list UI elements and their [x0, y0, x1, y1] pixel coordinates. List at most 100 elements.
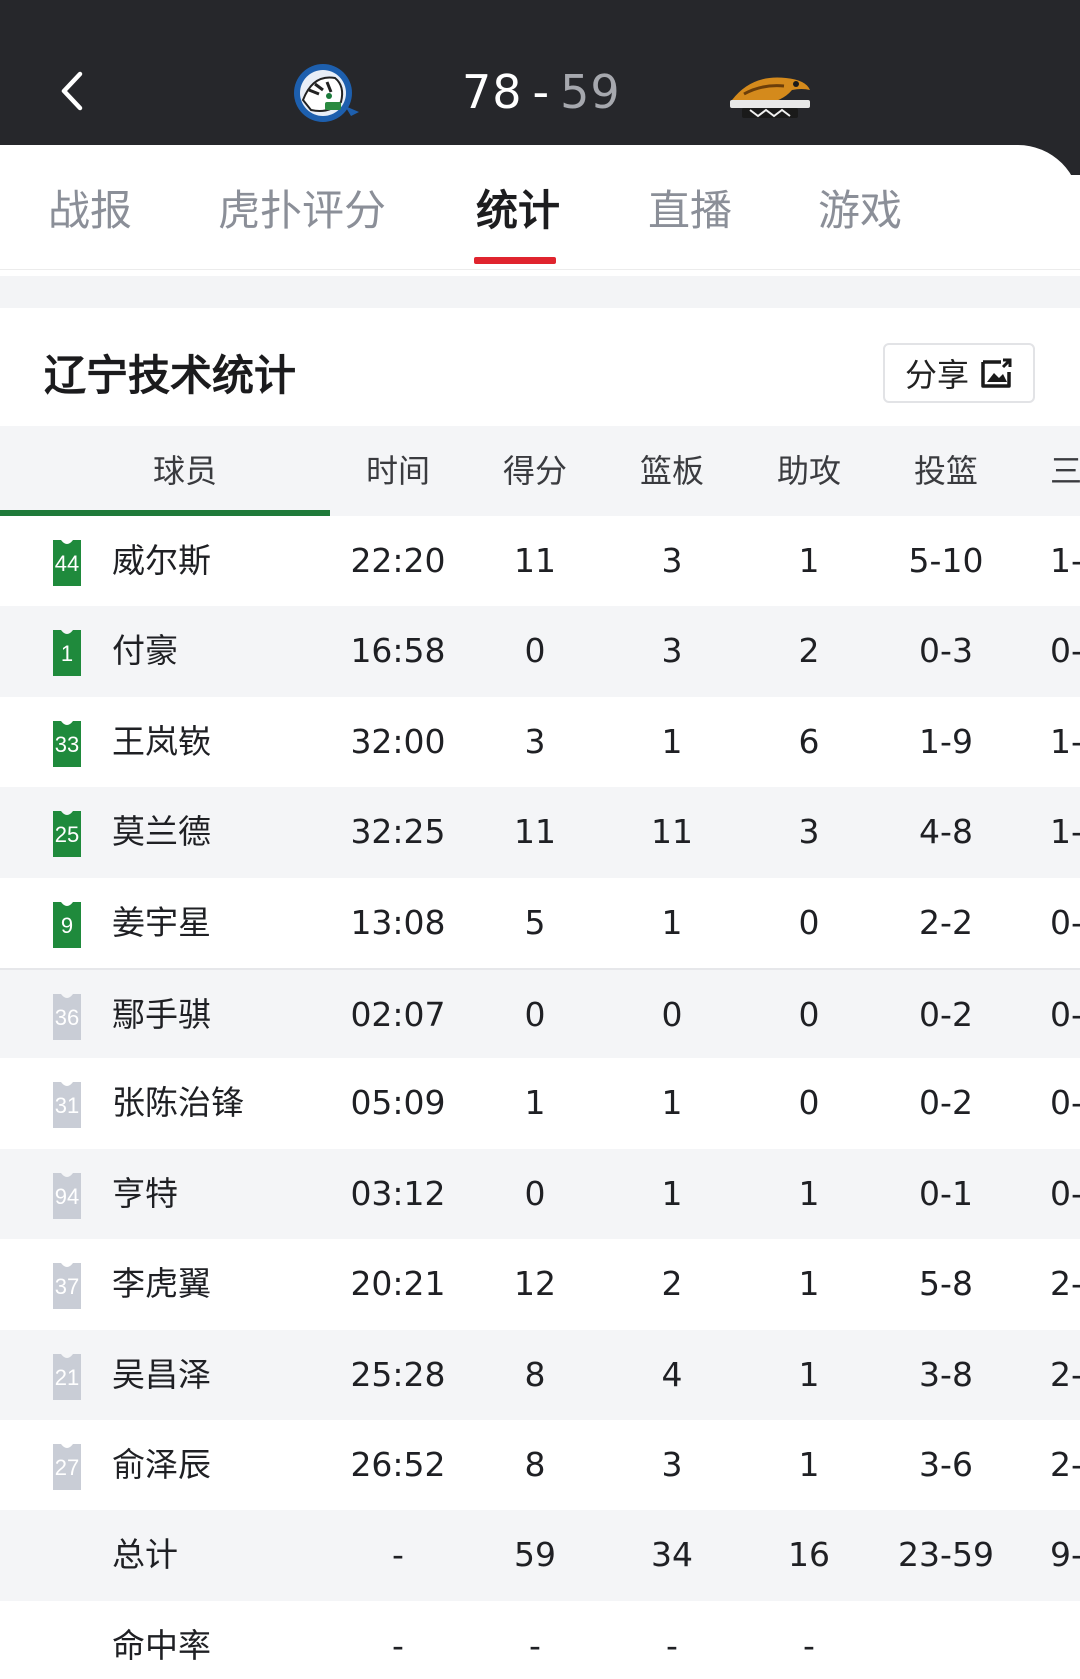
header-field-goals[interactable]: 投篮 — [876, 426, 1016, 516]
tab-live[interactable]: 直播 — [648, 183, 732, 239]
jersey-icon: 44 — [47, 540, 87, 586]
table-row[interactable]: 33 王岚嵚 32:00 3 1 6 1-9 1- — [0, 697, 1080, 787]
home-team-logo[interactable] — [285, 60, 365, 126]
cell-points: 0 — [524, 631, 546, 671]
table-row[interactable]: 25 莫兰德 32:25 11 11 3 4-8 1- — [0, 787, 1080, 878]
cell-field-goals: 4-8 — [919, 812, 973, 852]
cell-points: 3 — [524, 721, 546, 761]
player-name[interactable]: 鄢手骐 — [112, 970, 322, 1060]
cell-time: 03:12 — [350, 1173, 446, 1213]
cell-time: 25:28 — [350, 1354, 446, 1394]
header-player[interactable]: 球员 — [80, 426, 290, 516]
cell-rebounds: 3 — [661, 1444, 683, 1484]
cell-assists: 3 — [798, 812, 820, 852]
tab-games[interactable]: 游戏 — [818, 183, 902, 239]
header-rebounds[interactable]: 篮板 — [612, 426, 732, 516]
cell-assists: 6 — [798, 721, 820, 761]
jersey-number: 37 — [54, 1274, 80, 1300]
away-score: 59 — [560, 65, 621, 119]
player-name[interactable]: 李虎翼 — [112, 1239, 322, 1329]
table-row[interactable]: 31 张陈治锋 05:09 1 1 0 0-2 0- — [0, 1058, 1080, 1148]
jersey-icon: 9 — [47, 901, 87, 948]
cell-assists: 1 — [798, 1264, 820, 1304]
cell-points: 5 — [524, 902, 546, 942]
player-name[interactable]: 付豪 — [112, 606, 322, 696]
header-time[interactable]: 时间 — [338, 426, 458, 516]
cell-assists: 2 — [798, 631, 820, 671]
cell-rebounds: 3 — [661, 631, 683, 671]
cell-points: - — [529, 1625, 541, 1665]
cell-points: 0 — [524, 1173, 546, 1213]
cell-assists: 0 — [798, 994, 820, 1034]
table-row[interactable]: 37 李虎翼 20:21 12 2 1 5-8 2- — [0, 1239, 1080, 1329]
cell-three-pointers: 0- — [1050, 631, 1080, 671]
share-label: 分享 — [904, 356, 969, 394]
jersey-icon: 94 — [47, 1172, 87, 1219]
cell-assists: 1 — [798, 541, 820, 580]
summary-label: 总计 — [112, 1535, 178, 1575]
cell-assists: 0 — [798, 1083, 820, 1123]
jersey-icon: 1 — [47, 630, 87, 677]
jersey-icon: 27 — [47, 1443, 87, 1490]
player-name[interactable]: 姜宇星 — [112, 878, 322, 968]
score-display: 78-59 — [462, 62, 621, 122]
cell-time: 32:25 — [350, 812, 446, 852]
table-row[interactable]: 27 俞泽辰 26:52 8 3 1 3-6 2- — [0, 1420, 1080, 1510]
table-row[interactable]: 44 威尔斯 22:20 11 3 1 5-10 1- — [0, 516, 1080, 606]
jersey-number: 27 — [54, 1454, 80, 1480]
jersey-number: 44 — [54, 551, 80, 576]
header-three-pointers[interactable]: 三 — [1050, 426, 1080, 516]
section-title: 辽宁技术统计 — [44, 351, 297, 400]
table-row[interactable]: 36 鄢手骐 02:07 0 0 0 0-2 0- — [0, 967, 1080, 1060]
player-name[interactable]: 张陈治锋 — [112, 1058, 322, 1148]
player-name[interactable]: 亨特 — [112, 1149, 322, 1239]
cell-points: 11 — [514, 541, 556, 580]
cell-assists: 16 — [788, 1535, 830, 1575]
cell-rebounds: 34 — [651, 1535, 693, 1575]
header-assists[interactable]: 助攻 — [749, 426, 869, 516]
flying-tigers-logo-icon — [294, 64, 359, 122]
table-row[interactable]: 94 亨特 03:12 0 1 1 0-1 0- — [0, 1148, 1080, 1240]
cell-points: 0 — [524, 994, 546, 1034]
player-name[interactable]: 王岚嵚 — [112, 697, 322, 787]
cell-points: 59 — [514, 1535, 556, 1575]
cell-time: 20:21 — [350, 1264, 446, 1304]
cell-points: 12 — [514, 1264, 556, 1304]
cell-time: 16:58 — [350, 631, 446, 671]
table-row[interactable]: 1 付豪 16:58 0 3 2 0-3 0- — [0, 606, 1080, 697]
cell-three-pointers: 2- — [1050, 1354, 1080, 1394]
back-button[interactable] — [48, 66, 98, 116]
cell-field-goals: 0-1 — [919, 1173, 973, 1213]
player-name[interactable]: 威尔斯 — [112, 516, 322, 606]
section-divider — [0, 276, 1080, 308]
stats-table: 球员 时间 得分 篮板 助攻 投篮 三 44 威尔斯 22:20 11 3 1 5-10 1-… — [0, 426, 1080, 1679]
summary-row: 总计 - 59 34 16 23-59 9- — [0, 1510, 1080, 1601]
active-tab-indicator — [474, 257, 556, 264]
cell-three-pointers: 1- — [1050, 812, 1080, 852]
cell-time: 22:20 — [350, 541, 446, 580]
cell-points: 8 — [524, 1444, 546, 1484]
table-row[interactable]: 9 姜宇星 13:08 5 1 0 2-2 0- — [0, 878, 1080, 968]
away-team-logo[interactable] — [722, 60, 816, 126]
share-button[interactable]: 分享 — [883, 343, 1035, 403]
table-row[interactable]: 21 吴昌泽 25:28 8 4 1 3-8 2- — [0, 1329, 1080, 1420]
cell-assists: 1 — [798, 1354, 820, 1394]
cell-three-pointers: 2- — [1050, 1264, 1080, 1304]
cell-field-goals: 0-2 — [919, 994, 973, 1034]
player-name[interactable]: 俞泽辰 — [112, 1420, 322, 1510]
cell-time: 13:08 — [350, 902, 446, 942]
cell-three-pointers: 2- — [1050, 1444, 1080, 1484]
tab-hupu-rating[interactable]: 虎扑评分 — [218, 183, 386, 239]
cell-field-goals: 3-8 — [919, 1354, 973, 1394]
jersey-icon: 21 — [47, 1353, 87, 1400]
tab-game-report[interactable]: 战报 — [48, 183, 132, 239]
header-points[interactable]: 得分 — [475, 426, 595, 516]
chevron-left-icon — [61, 71, 83, 111]
cell-points: 8 — [524, 1354, 546, 1394]
cell-three-pointers: 1- — [1050, 721, 1080, 761]
cell-field-goals: 0-2 — [919, 1083, 973, 1123]
player-name[interactable]: 吴昌泽 — [112, 1330, 322, 1420]
tab-stats[interactable]: 统计 — [476, 183, 560, 239]
jersey-number: 9 — [60, 912, 74, 938]
player-name[interactable]: 莫兰德 — [112, 787, 322, 877]
